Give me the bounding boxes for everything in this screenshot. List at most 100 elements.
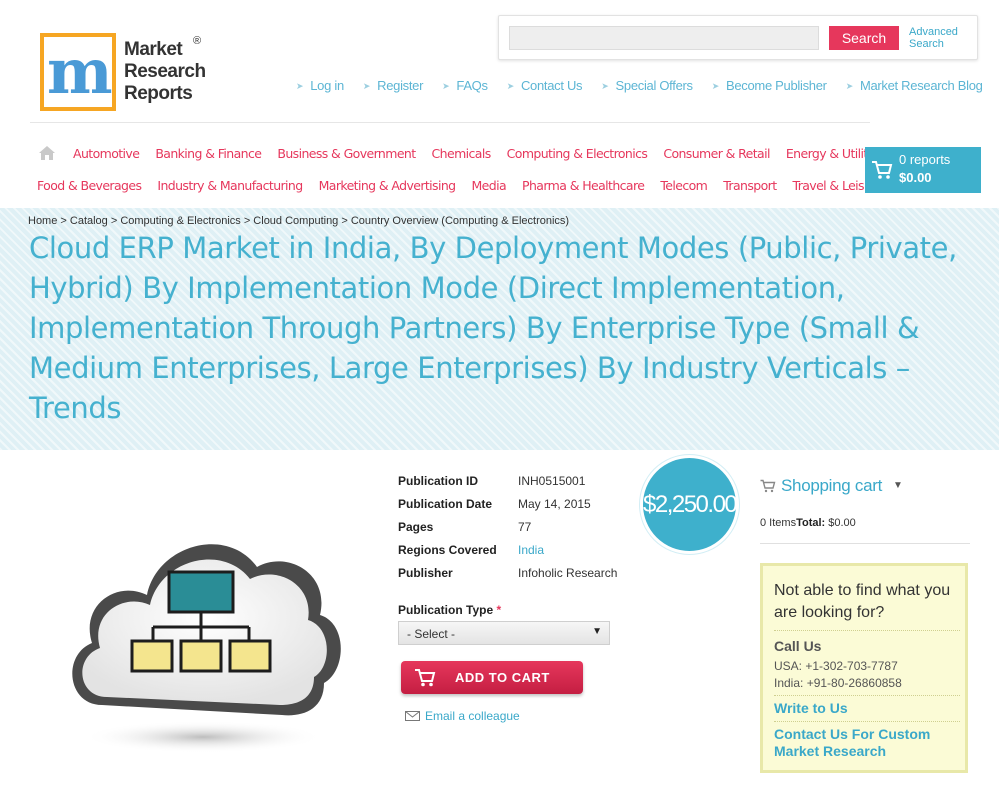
toplink-faqs[interactable]: ➤ FAQs xyxy=(442,78,488,96)
home-icon[interactable] xyxy=(38,145,56,161)
category-industry-manufacturing[interactable]: Industry & Manufacturing xyxy=(157,178,303,193)
logo-line-2: Research xyxy=(124,61,206,82)
dotted-divider xyxy=(774,630,960,631)
arrow-right-icon: ➤ xyxy=(442,81,450,91)
page-title: Cloud ERP Market in India, By Deployment… xyxy=(29,231,957,425)
shopping-cart-summary: 0 ItemsTotal: $0.00 xyxy=(760,517,856,529)
arrow-right-icon: ➤ xyxy=(362,81,371,91)
publication-type-select[interactable]: - Select - ▼ xyxy=(398,621,610,645)
toplink-label: Special Offers xyxy=(615,78,694,93)
detail-label: Regions Covered xyxy=(398,543,497,557)
toplink-login[interactable]: ➤ Log in xyxy=(296,78,344,96)
envelope-icon xyxy=(405,711,420,721)
detail-row-publication-date: Publication Date May 14, 2015 xyxy=(398,497,638,520)
shopping-cart-toggle[interactable]: Shopping cart ▼ xyxy=(760,476,970,496)
cart-icon xyxy=(872,161,893,179)
cart-total-label: Total: xyxy=(796,517,826,529)
category-nav-row-1: Automotive Banking & Finance Business & … xyxy=(73,146,884,161)
detail-row-publication-id: Publication ID INH0515001 xyxy=(398,474,638,497)
breadcrumb[interactable]: Home > Catalog > Computing & Electronics… xyxy=(28,215,569,227)
category-transport[interactable]: Transport xyxy=(723,178,777,193)
category-nav-row-2: Food & Beverages Industry & Manufacturin… xyxy=(37,178,883,193)
toplink-blog[interactable]: ➤ Market Research Blog xyxy=(846,78,983,96)
category-food-beverages[interactable]: Food & Beverages xyxy=(37,178,142,193)
registered-mark: ® xyxy=(193,35,202,47)
usa-phone: USA: +1-302-703-7787 xyxy=(774,659,898,673)
email-colleague-link[interactable]: Email a colleague xyxy=(405,709,520,723)
publication-type-selected: - Select - xyxy=(407,627,456,641)
required-marker: * xyxy=(496,603,502,617)
arrow-right-icon: ➤ xyxy=(711,81,720,91)
publication-type-label: Publication Type * xyxy=(398,603,501,617)
toplink-contact[interactable]: ➤ Contact Us xyxy=(507,78,583,96)
dotted-divider xyxy=(774,721,960,722)
add-to-cart-button[interactable]: ADD TO CART xyxy=(401,661,583,694)
add-to-cart-label: ADD TO CART xyxy=(455,670,550,685)
help-box: Not able to find what you are looking fo… xyxy=(760,563,968,773)
sidebar-divider xyxy=(760,543,970,544)
header-cart[interactable]: 0 reports $0.00 xyxy=(865,147,981,193)
detail-value: INH0515001 xyxy=(518,474,586,488)
cart-icon xyxy=(415,669,436,687)
cloud-hierarchy-image xyxy=(72,544,341,753)
cart-items-count: 0 Items xyxy=(760,517,797,529)
category-banking-finance[interactable]: Banking & Finance xyxy=(155,146,262,161)
toplink-label: Become Publisher xyxy=(725,78,827,93)
site-logo[interactable]: m Market Research Reports ® xyxy=(40,33,220,113)
search-panel: Search Advanced Search xyxy=(498,15,978,60)
advanced-search-line-2: Search xyxy=(909,38,944,50)
toplink-label: Register xyxy=(377,78,424,93)
call-us-heading: Call Us xyxy=(774,638,822,654)
detail-label: Pages xyxy=(398,520,434,534)
toplink-register[interactable]: ➤ Register xyxy=(362,78,424,96)
caret-down-icon: ▼ xyxy=(893,480,903,491)
category-media[interactable]: Media xyxy=(472,178,507,193)
toplink-label: Market Research Blog xyxy=(859,78,983,93)
top-links-nav: ➤ Log in ➤ Register ➤ FAQs ➤ Contact Us ➤ Spe… xyxy=(296,78,986,96)
cart-total-value: $0.00 xyxy=(828,517,856,529)
advanced-search-line-1: Advanced xyxy=(909,26,958,38)
caret-down-icon: ▼ xyxy=(592,626,602,637)
toplink-become-publisher[interactable]: ➤ Become Publisher xyxy=(712,78,827,96)
detail-label: Publisher xyxy=(398,566,453,580)
logo-wordmark: Market Research Reports xyxy=(124,39,206,105)
detail-value: 77 xyxy=(518,520,532,534)
logo-line-3: Reports xyxy=(124,83,193,104)
detail-label: Publication ID xyxy=(398,474,479,488)
category-computing-electronics[interactable]: Computing & Electronics xyxy=(507,146,648,161)
search-input[interactable] xyxy=(509,26,819,50)
shopping-cart-title: Shopping cart xyxy=(781,476,883,495)
help-title: Not able to find what you are looking fo… xyxy=(774,582,951,621)
toplink-label: Contact Us xyxy=(520,78,583,93)
detail-row-publisher: Publisher Infoholic Research xyxy=(398,566,638,589)
category-chemicals[interactable]: Chemicals xyxy=(432,146,492,161)
category-business-government[interactable]: Business & Government xyxy=(277,146,416,161)
arrow-right-icon: ➤ xyxy=(601,81,609,91)
arrow-right-icon: ➤ xyxy=(506,81,515,91)
category-pharma-healthcare[interactable]: Pharma & Healthcare xyxy=(522,178,645,193)
category-marketing-advertising[interactable]: Marketing & Advertising xyxy=(319,178,457,193)
detail-value: Infoholic Research xyxy=(518,566,618,580)
search-button[interactable]: Search xyxy=(829,26,899,50)
custom-research-link[interactable]: Contact Us For Custom Market Research xyxy=(774,726,964,760)
detail-row-regions: Regions Covered India xyxy=(398,543,638,566)
india-phone: India: +91-80-26860858 xyxy=(774,676,902,690)
category-automotive[interactable]: Automotive xyxy=(73,146,140,161)
toplink-special-offers[interactable]: ➤ Special Offers xyxy=(601,78,694,96)
logo-m-glyph: m xyxy=(47,35,113,108)
detail-row-pages: Pages 77 xyxy=(398,520,638,543)
advanced-search-link[interactable]: Advanced Search xyxy=(909,26,969,50)
write-to-us-link[interactable]: Write to Us xyxy=(774,700,964,717)
category-consumer-retail[interactable]: Consumer & Retail xyxy=(663,146,770,161)
category-telecom[interactable]: Telecom xyxy=(660,178,707,193)
logo-mark: m xyxy=(40,33,116,111)
region-link[interactable]: India xyxy=(518,543,544,557)
header-divider xyxy=(30,122,870,123)
dotted-divider xyxy=(774,695,960,696)
header-cart-count: 0 reports xyxy=(899,152,951,167)
price-badge: $2,250.00 xyxy=(640,455,739,554)
publication-type-text: Publication Type xyxy=(398,603,494,617)
detail-label: Publication Date xyxy=(398,497,493,511)
cart-icon xyxy=(760,479,776,493)
arrow-right-icon: ➤ xyxy=(845,81,854,91)
